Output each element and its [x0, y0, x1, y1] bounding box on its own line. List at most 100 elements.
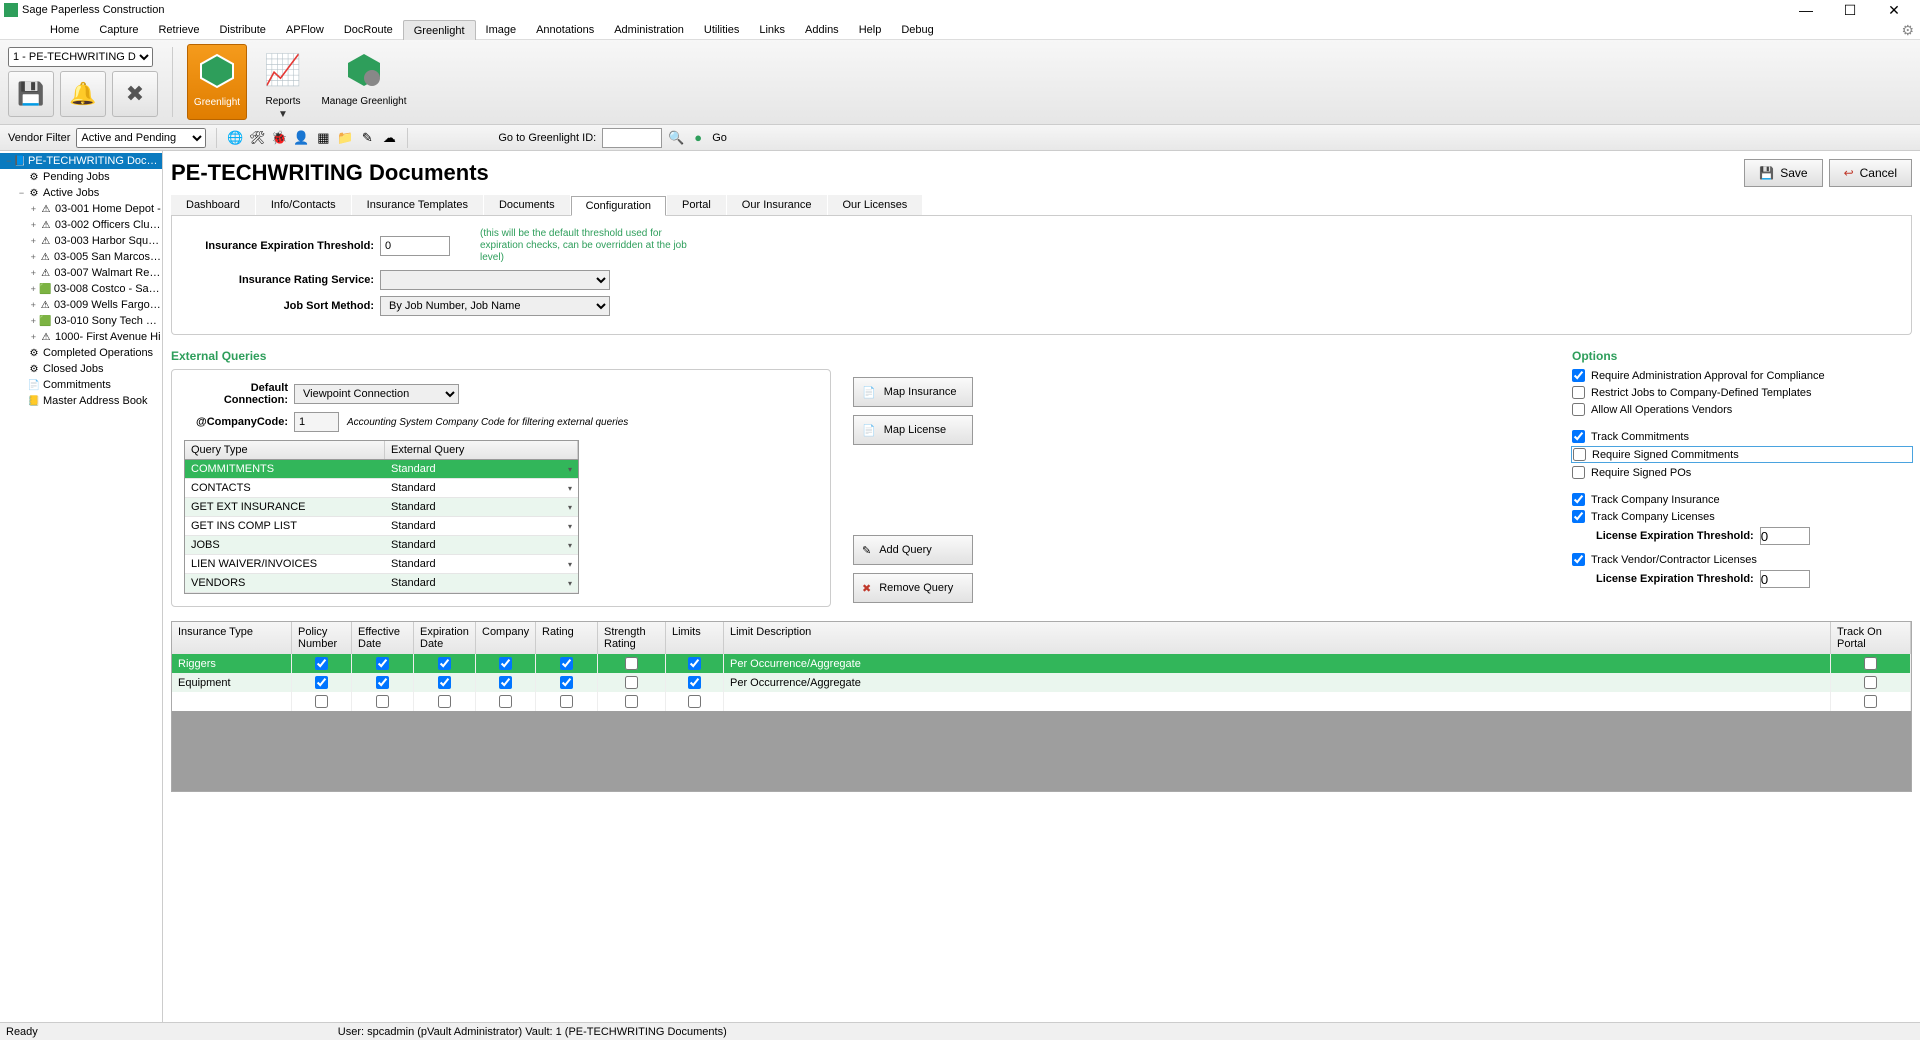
- tab-insurance-templates[interactable]: Insurance Templates: [352, 195, 483, 215]
- col-strength-rating[interactable]: Strength Rating: [598, 622, 666, 654]
- cell-checkbox[interactable]: [560, 695, 573, 708]
- cell-checkbox[interactable]: [1864, 657, 1877, 670]
- menu-greenlight[interactable]: Greenlight: [403, 20, 476, 40]
- save-button[interactable]: 💾Save: [1744, 159, 1822, 187]
- menu-links[interactable]: Links: [749, 20, 795, 40]
- option-checkbox[interactable]: [1572, 386, 1585, 399]
- cell-checkbox[interactable]: [315, 695, 328, 708]
- tree-item[interactable]: 📒Master Address Book: [0, 393, 162, 409]
- cell-checkbox[interactable]: [438, 657, 451, 670]
- cell-checkbox[interactable]: [625, 676, 638, 689]
- menu-addins[interactable]: Addins: [795, 20, 849, 40]
- edit-icon[interactable]: ✎: [359, 130, 375, 146]
- go-label[interactable]: Go: [712, 132, 727, 144]
- tab-our-licenses[interactable]: Our Licenses: [828, 195, 923, 215]
- tree-item[interactable]: +🟩03-010 Sony Tech Fab: [0, 313, 162, 329]
- cell-checkbox[interactable]: [315, 676, 328, 689]
- query-row[interactable]: COMMITMENTSStandard▾: [185, 460, 578, 479]
- search-icon[interactable]: 🔍: [668, 130, 684, 146]
- default-connection-select[interactable]: Viewpoint Connection: [294, 384, 459, 404]
- menu-annotations[interactable]: Annotations: [526, 20, 604, 40]
- cell-checkbox[interactable]: [1864, 676, 1877, 689]
- cell-checkbox[interactable]: [499, 657, 512, 670]
- query-row[interactable]: LIEN WAIVER/INVOICESStandard▾: [185, 555, 578, 574]
- globe-icon[interactable]: 🌐: [227, 130, 243, 146]
- tree-item[interactable]: ⚙Completed Operations: [0, 345, 162, 361]
- insurance-row[interactable]: [172, 692, 1911, 711]
- col-company[interactable]: Company: [476, 622, 536, 654]
- folder-icon[interactable]: 📁: [337, 130, 353, 146]
- require-signed-commitments-checkbox[interactable]: [1573, 448, 1586, 461]
- cell-checkbox[interactable]: [376, 676, 389, 689]
- menu-utilities[interactable]: Utilities: [694, 20, 749, 40]
- tree-item[interactable]: ⚙Closed Jobs: [0, 361, 162, 377]
- col-limits[interactable]: Limits: [666, 622, 724, 654]
- cell-checkbox[interactable]: [438, 695, 451, 708]
- track-commitments-checkbox[interactable]: [1572, 430, 1585, 443]
- grid-icon[interactable]: ▦: [315, 130, 331, 146]
- menu-docroute[interactable]: DocRoute: [334, 20, 403, 40]
- tree-item[interactable]: +🟩03-008 Costco - San M: [0, 281, 162, 297]
- option-checkbox[interactable]: [1572, 403, 1585, 416]
- col-limit-description[interactable]: Limit Description: [724, 622, 1831, 654]
- hammer-icon[interactable]: 🛠: [249, 130, 265, 146]
- tree-item[interactable]: −⚙Active Jobs: [0, 185, 162, 201]
- navigation-tree[interactable]: −📘 PE-TECHWRITING Documents ⚙Pending Job…: [0, 151, 163, 1022]
- col-track-on-portal[interactable]: Track On Portal: [1831, 622, 1911, 654]
- cell-checkbox[interactable]: [560, 676, 573, 689]
- maximize-button[interactable]: ☐: [1828, 2, 1872, 19]
- map-insurance-button[interactable]: 📄Map Insurance: [853, 377, 973, 407]
- query-row[interactable]: GET EXT INSURANCEStandard▾: [185, 498, 578, 517]
- cell-checkbox[interactable]: [499, 676, 512, 689]
- tree-item[interactable]: 📄Commitments: [0, 377, 162, 393]
- cell-checkbox[interactable]: [376, 695, 389, 708]
- col-effective-date[interactable]: Effective Date: [352, 622, 414, 654]
- insurance-table[interactable]: Insurance Type Policy Number Effective D…: [171, 621, 1912, 792]
- license-threshold-2-input[interactable]: [1760, 570, 1810, 588]
- query-row[interactable]: JOBSStandard▾: [185, 536, 578, 555]
- insurance-row[interactable]: Riggers Per Occurrence/Aggregate: [172, 654, 1911, 673]
- query-table[interactable]: Query Type External Query COMMITMENTSSta…: [184, 440, 579, 594]
- insurance-row[interactable]: Equipment Per Occurrence/Aggregate: [172, 673, 1911, 692]
- tree-item[interactable]: +⚠03-007 Walmart Remo: [0, 265, 162, 281]
- menu-home[interactable]: Home: [40, 20, 89, 40]
- sort-method-select[interactable]: By Job Number, Job Name: [380, 296, 610, 316]
- cell-checkbox[interactable]: [1864, 695, 1877, 708]
- tree-item[interactable]: +⚠03-002 Officers Club -: [0, 217, 162, 233]
- tree-item[interactable]: +⚠03-003 Harbor Square: [0, 233, 162, 249]
- cell-checkbox[interactable]: [315, 657, 328, 670]
- license-threshold-input[interactable]: [1760, 527, 1810, 545]
- save-icon-button[interactable]: 💾: [8, 71, 54, 117]
- goto-id-input[interactable]: [602, 128, 662, 148]
- track-company-licenses-checkbox[interactable]: [1572, 510, 1585, 523]
- cloud-icon[interactable]: ☁: [381, 130, 397, 146]
- map-license-button[interactable]: 📄Map License: [853, 415, 973, 445]
- cell-checkbox[interactable]: [688, 657, 701, 670]
- option-checkbox[interactable]: [1572, 369, 1585, 382]
- col-expiration-date[interactable]: Expiration Date: [414, 622, 476, 654]
- ribbon-reports[interactable]: 📈 Reports ▼: [253, 44, 313, 120]
- cell-checkbox[interactable]: [376, 657, 389, 670]
- tab-info-contacts[interactable]: Info/Contacts: [256, 195, 351, 215]
- gear-icon[interactable]: ⚙: [1901, 22, 1914, 39]
- ribbon-manage-greenlight[interactable]: Manage Greenlight: [319, 44, 409, 120]
- query-row[interactable]: GET INS COMP LISTStandard▾: [185, 517, 578, 536]
- cancel-button[interactable]: ↩Cancel: [1829, 159, 1912, 187]
- col-policy-number[interactable]: Policy Number: [292, 622, 352, 654]
- bell-icon-button[interactable]: 🔔: [60, 71, 106, 117]
- cell-checkbox[interactable]: [688, 695, 701, 708]
- require-signed-pos-checkbox[interactable]: [1572, 466, 1585, 479]
- rating-service-select[interactable]: [380, 270, 610, 290]
- menu-image[interactable]: Image: [476, 20, 527, 40]
- query-row[interactable]: VENDORSStandard▾: [185, 574, 578, 593]
- cell-checkbox[interactable]: [688, 676, 701, 689]
- tree-item[interactable]: ⚙Pending Jobs: [0, 169, 162, 185]
- menu-debug[interactable]: Debug: [891, 20, 943, 40]
- track-company-insurance-checkbox[interactable]: [1572, 493, 1585, 506]
- cell-checkbox[interactable]: [499, 695, 512, 708]
- col-insurance-type[interactable]: Insurance Type: [172, 622, 292, 654]
- person-icon[interactable]: 👤: [293, 130, 309, 146]
- add-query-button[interactable]: ✎Add Query: [853, 535, 973, 565]
- tree-item[interactable]: +⚠03-001 Home Depot -: [0, 201, 162, 217]
- query-type-header[interactable]: Query Type: [185, 441, 385, 459]
